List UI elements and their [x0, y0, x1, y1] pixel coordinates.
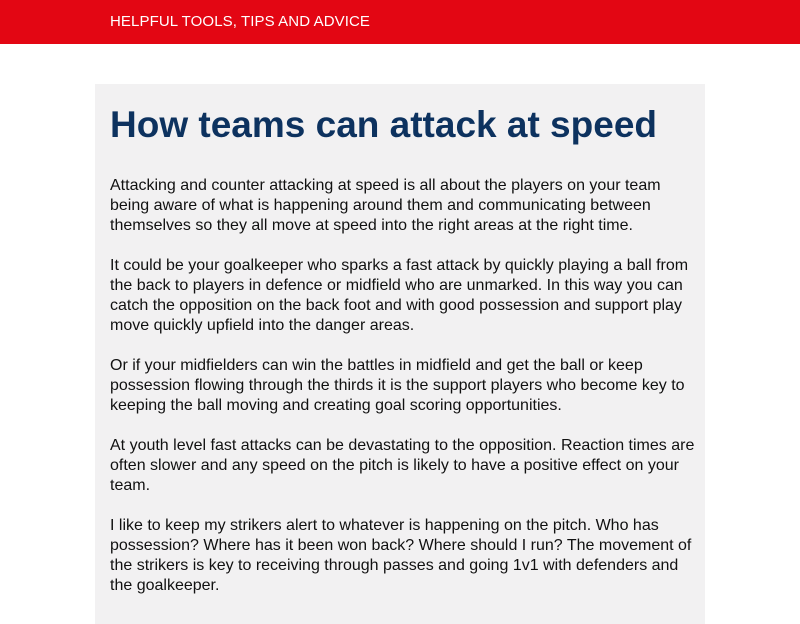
article-panel: How teams can attack at speed Attacking …	[95, 84, 705, 624]
article-body: Attacking and counter attacking at speed…	[110, 176, 695, 616]
article-title: How teams can attack at speed	[110, 104, 657, 145]
article-paragraph: At youth level fast attacks can be devas…	[110, 437, 695, 494]
header-tagline-link[interactable]: HELPFUL TOOLS, TIPS AND ADVICE	[110, 13, 370, 31]
article-paragraph: Or if your midfielders can win the battl…	[110, 357, 685, 414]
article-paragraph: Attacking and counter attacking at speed…	[110, 177, 661, 234]
article-paragraph: It could be your goalkeeper who sparks a…	[110, 257, 689, 334]
article-paragraph: I like to keep my strikers alert to what…	[110, 517, 692, 594]
site-header: HELPFUL TOOLS, TIPS AND ADVICE	[0, 0, 800, 44]
